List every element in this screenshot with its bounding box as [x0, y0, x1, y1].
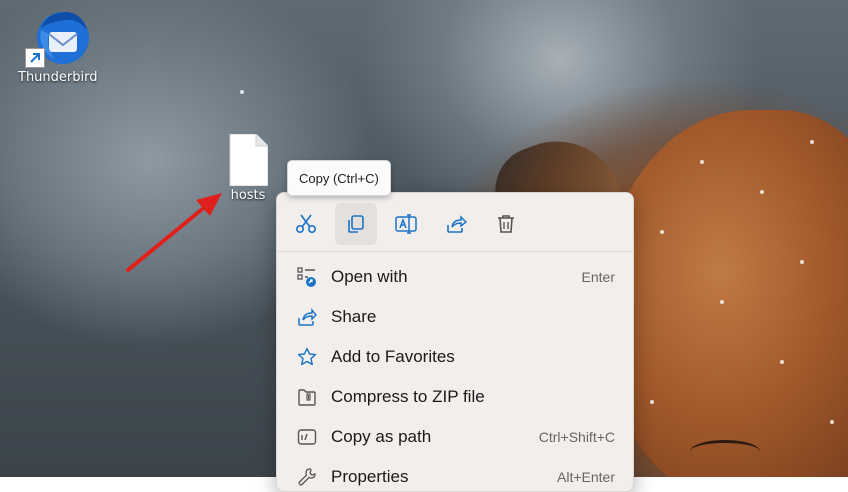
rename-button[interactable]	[385, 203, 427, 245]
tooltip-text: Copy (Ctrl+C)	[299, 170, 379, 186]
open-with-icon	[297, 267, 317, 287]
menu-item-shortcut: Enter	[581, 269, 615, 285]
share-icon	[447, 215, 467, 233]
menu-item-compress-zip[interactable]: Compress to ZIP file	[277, 377, 633, 417]
cut-button[interactable]	[285, 203, 327, 245]
menu-item-label: Properties	[331, 467, 409, 486]
menu-item-label: Copy as path	[331, 427, 432, 446]
menu-item-shortcut: Alt+Enter	[557, 469, 615, 485]
menu-item-share[interactable]: Share	[277, 297, 633, 337]
delete-button[interactable]	[485, 203, 527, 245]
context-menu-toolbar	[277, 193, 633, 251]
menu-item-label: Add to Favorites	[331, 347, 455, 366]
menu-item-copy-as-path[interactable]: Copy as path Ctrl+Shift+C	[277, 417, 633, 457]
zip-icon	[297, 387, 317, 407]
copy-path-icon	[297, 427, 317, 447]
menu-item-shortcut: Ctrl+Shift+C	[538, 429, 615, 445]
copy-icon	[348, 215, 364, 233]
menu-item-properties[interactable]: Properties Alt+Enter	[277, 457, 633, 491]
scissors-icon	[295, 214, 317, 234]
wrench-icon	[297, 467, 317, 487]
share-icon	[297, 307, 317, 327]
copy-tooltip: Copy (Ctrl+C)	[287, 160, 391, 196]
copy-button[interactable]	[335, 203, 377, 245]
context-menu: Open with Enter Share Add to Favorites C…	[276, 192, 634, 492]
menu-item-label: Open with	[331, 267, 408, 286]
share-button[interactable]	[435, 203, 477, 245]
trash-icon	[498, 215, 514, 233]
menu-item-label: Compress to ZIP file	[331, 387, 485, 406]
menu-separator	[277, 251, 633, 252]
star-icon	[297, 347, 317, 367]
rename-icon	[395, 214, 417, 234]
menu-item-open-with[interactable]: Open with Enter	[277, 257, 633, 297]
menu-item-label: Share	[331, 307, 377, 326]
menu-item-add-to-favorites[interactable]: Add to Favorites	[277, 337, 633, 377]
